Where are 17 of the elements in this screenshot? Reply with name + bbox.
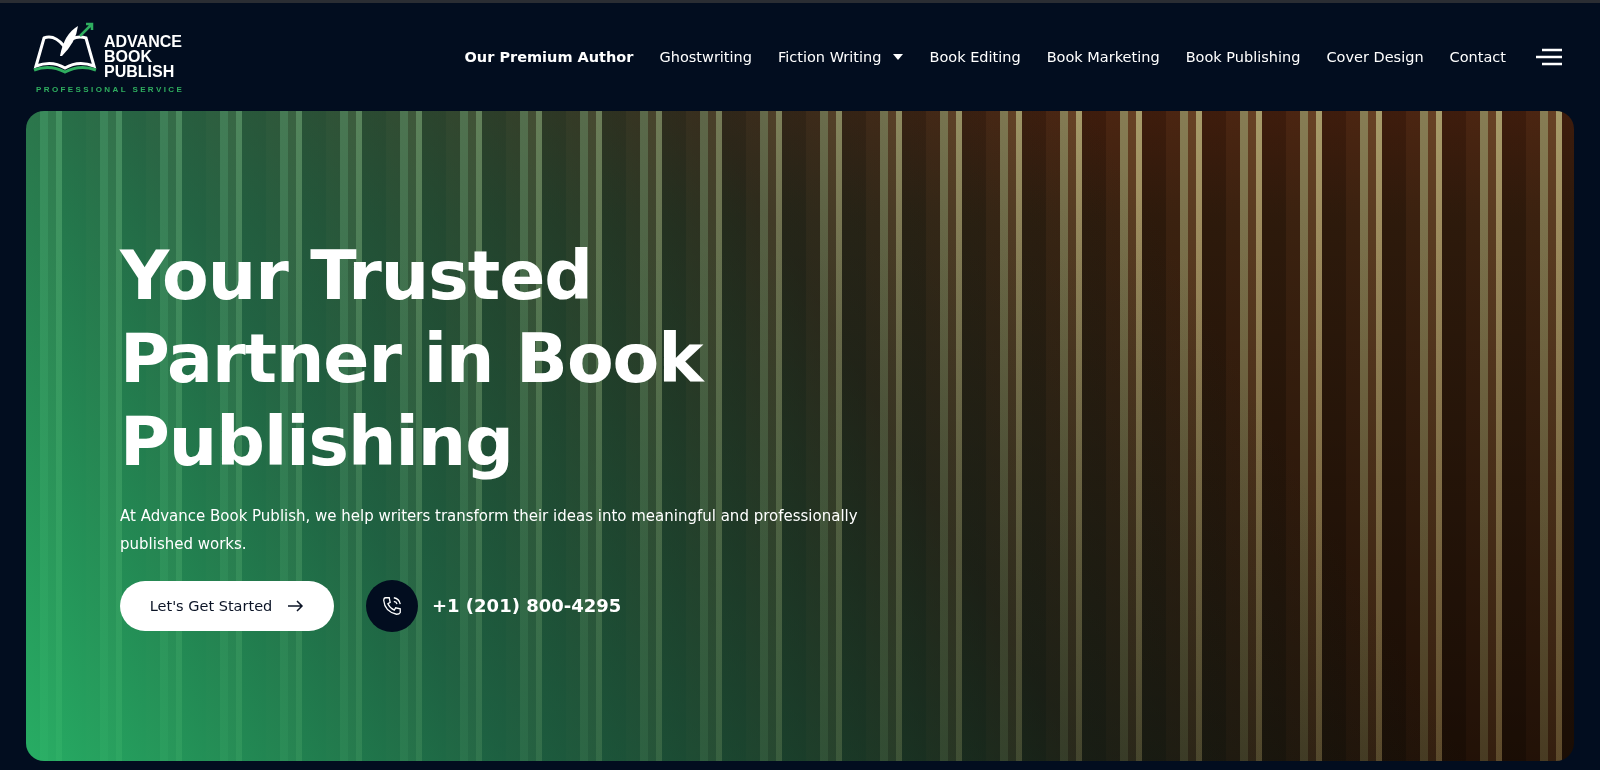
nav-link[interactable]: Book Editing	[929, 49, 1021, 65]
nav-link[interactable]: Our Premium Author	[464, 49, 634, 65]
logo-wordmark: ADVANCE BOOK PUBLISH	[104, 34, 183, 79]
nav-link[interactable]: Book Publishing	[1185, 49, 1301, 65]
menu-icon[interactable]	[1536, 48, 1562, 66]
arrow-right-icon	[288, 599, 305, 612]
hero-title: Your Trusted Partner in Book Publishing	[120, 235, 706, 483]
phone-icon[interactable]	[366, 579, 418, 632]
nav-link[interactable]: Contact	[1449, 49, 1506, 65]
hero-subtitle: At Advance Book Publish, we help writers transform their ideas into meaningful and professionally published works.	[120, 505, 859, 555]
nav-link[interactable]: Book Marketing	[1046, 49, 1160, 65]
nav-link[interactable]: Ghostwriting	[659, 49, 752, 65]
phone-number[interactable]: +1 (201) 800-4295	[432, 595, 622, 617]
nav-link[interactable]: Fiction Writing	[778, 49, 904, 65]
nav-link[interactable]: Cover Design	[1326, 49, 1424, 65]
logo-tagline: PROFESSIONAL SERVICE	[36, 85, 185, 94]
get-started-button[interactable]: Let's Get Started	[120, 580, 334, 631]
